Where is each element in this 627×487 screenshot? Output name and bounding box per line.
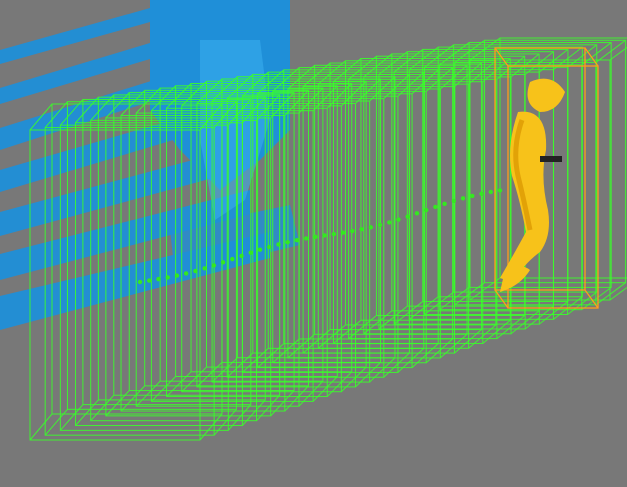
trajectory-point [497, 188, 503, 193]
trajectory-point [359, 227, 364, 232]
trajectory-point [303, 236, 309, 241]
person-hand-object [540, 156, 562, 162]
trajectory-point [220, 260, 226, 265]
trajectory-point [377, 222, 383, 228]
3d-viewport[interactable] [0, 0, 627, 487]
trajectory-point [193, 268, 198, 274]
trajectory-point [460, 196, 466, 201]
trajectory-point [340, 230, 346, 235]
trajectory-point [165, 275, 170, 280]
trajectory-point [350, 228, 355, 234]
trajectory-point [322, 233, 327, 238]
trajectory-point [147, 278, 152, 283]
trajectory-point [174, 273, 180, 278]
trajectory-point [313, 234, 318, 240]
trajectory-point [276, 242, 281, 247]
trajectory-point [433, 204, 438, 210]
trajectory-point [285, 239, 290, 245]
trajectory-point [248, 250, 253, 255]
trajectory-point [294, 237, 300, 243]
trajectory-point [202, 266, 207, 271]
trajectory-point [396, 217, 401, 222]
trajectory-point [239, 253, 244, 259]
trajectory-point [405, 214, 410, 219]
person-head [527, 78, 565, 112]
trajectory-point [387, 220, 392, 225]
trajectory-point [156, 276, 161, 282]
trajectory-point [137, 279, 143, 285]
trajectory-point [488, 189, 493, 195]
trajectory-point [368, 225, 373, 230]
cloud-highlight [200, 40, 270, 220]
scene-canvas [0, 0, 627, 441]
trajectory-point [331, 231, 337, 237]
trajectory-point [423, 207, 429, 213]
trajectory-point [442, 201, 447, 207]
trajectory-point [451, 198, 457, 204]
person-figure [500, 78, 565, 292]
trajectory-point [183, 271, 189, 276]
trajectory-point [470, 193, 475, 199]
trajectory-point [479, 191, 484, 197]
trajectory-point [257, 247, 263, 252]
trajectory-point [211, 263, 217, 268]
trajectory-point [414, 211, 420, 216]
trajectory-point [267, 244, 272, 250]
trajectory-point [230, 256, 235, 262]
